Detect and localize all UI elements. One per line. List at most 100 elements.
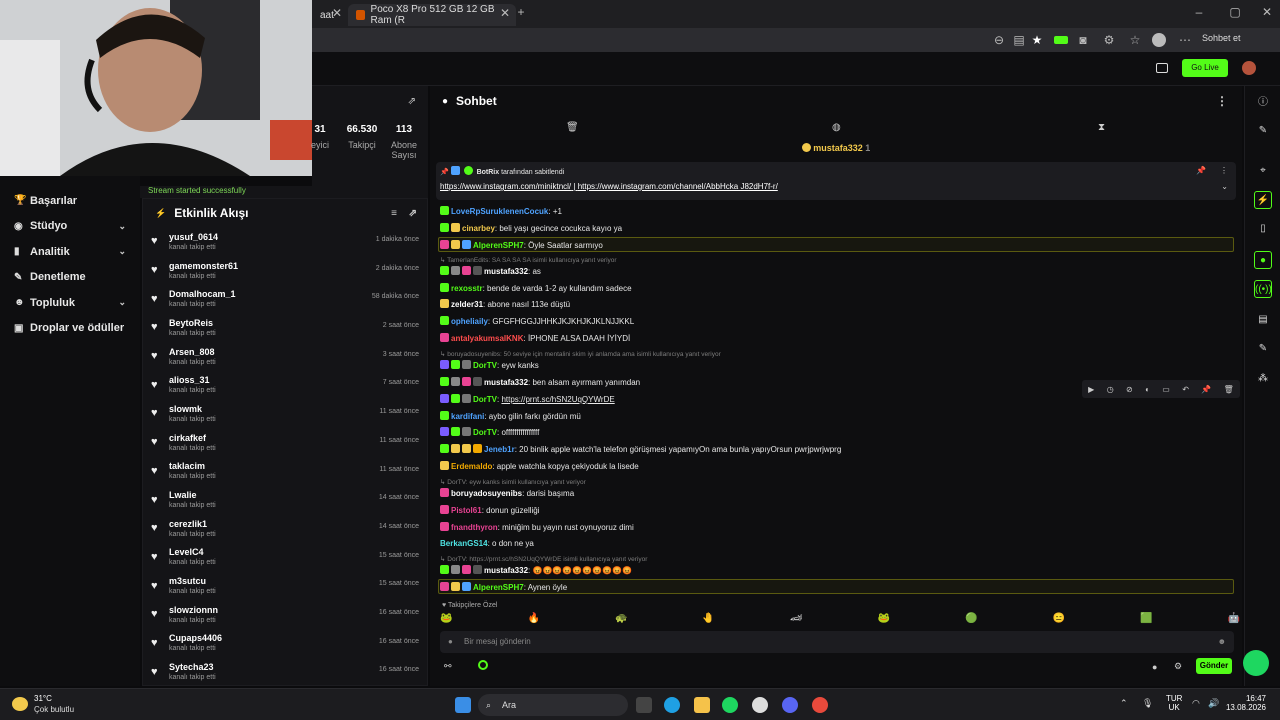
reply-icon[interactable]: ↶ <box>1182 385 1189 394</box>
edge-icon[interactable] <box>664 697 680 713</box>
chat-username[interactable]: Erdemaldo <box>451 462 492 471</box>
feed-item[interactable]: ♥ Cupaps4406 kanalı takip etti 16 saat önce <box>143 629 427 658</box>
chat-username[interactable]: fnandthyron <box>451 523 498 532</box>
emote-icon[interactable]: 🟩 <box>1140 613 1152 627</box>
pin-link[interactable]: https://www.instagram.com/miniktncl/ <box>440 182 571 191</box>
chat-message[interactable]: mustafa332: ben alsam ayırmam yanımdan <box>440 377 640 387</box>
reply-context[interactable]: ↳ DorTV: eyw kanks isimli kullanıcıya ya… <box>440 478 586 486</box>
feed-item[interactable]: ♥ cirkafkef kanalı takip etti 11 saat önce <box>143 428 427 457</box>
chat-message[interactable]: mustafa332: as <box>440 266 541 276</box>
close-tab-icon[interactable]: ✕ <box>498 6 512 20</box>
clock-icon[interactable]: ◷ <box>1107 385 1114 394</box>
chat-message[interactable]: DorTV: offffffffffffffff <box>440 427 539 437</box>
chat-username[interactable]: boruyadosuyenibs <box>451 489 522 498</box>
chat-message[interactable]: zelder31: abone nasıl 113e düştü <box>440 299 570 309</box>
feed-item[interactable]: ♥ Domalhocam_1 kanalı takip etti 58 dakika … <box>143 284 427 313</box>
maximize-icon[interactable]: ▢ <box>1228 5 1242 19</box>
chat-username[interactable]: antalyakumsalKNK <box>451 334 523 343</box>
emote-icon[interactable]: 🤚 <box>702 613 714 627</box>
reader-icon[interactable]: ▤ <box>1012 33 1026 47</box>
chat-username[interactable]: DorTV <box>473 428 497 437</box>
chat-username[interactable]: AlperenSPH7 <box>473 583 524 592</box>
obs-icon[interactable] <box>752 697 768 713</box>
bolt-icon[interactable]: ⚡ <box>1254 191 1272 209</box>
emote-icon[interactable]: 🏎 <box>790 613 803 627</box>
chat-username[interactable]: LoveRpSuruklenenCocuk <box>451 207 548 216</box>
emote-icon[interactable]: 🐢 <box>615 613 627 627</box>
favorites-icon[interactable]: ☆ <box>1128 33 1142 47</box>
play-icon[interactable]: ▶ <box>1088 385 1094 394</box>
user-icon[interactable]: ◐ <box>1145 385 1150 394</box>
fab-button[interactable] <box>1243 650 1269 676</box>
chat-message[interactable]: Erdemaldo: apple watchla kopya çekiyoduk… <box>440 461 639 471</box>
chat-message[interactable]: mustafa332: 😡😡😡😡😡😡😡😡😡😡 <box>440 565 632 575</box>
chat-message[interactable]: LoveRpSuruklenenCocuk: +1 <box>440 206 562 216</box>
chevron-down-icon[interactable]: ⌄ <box>1221 182 1228 191</box>
copy-icon[interactable]: ▭ <box>1162 385 1170 394</box>
apps-icon[interactable]: ⁂ <box>1254 370 1272 388</box>
chat-message[interactable]: BerkanGS14: o don ne ya <box>440 539 534 548</box>
chat-message[interactable]: DorTV: https://prnt.sc/hSN2UqQYWrDE <box>440 394 615 404</box>
discord-icon[interactable] <box>782 697 798 713</box>
unpin-icon[interactable]: 📌 <box>1196 166 1206 175</box>
chat-username[interactable]: AlperenSPH7 <box>473 241 524 250</box>
feed-item[interactable]: ♥ yusuf_0614 kanalı takip etti 1 dakika önc… <box>143 227 427 256</box>
chat-username[interactable]: DorTV <box>473 361 497 370</box>
pinned-user[interactable]: mustafa332 1 <box>430 143 1242 153</box>
sidebar-item-achievements[interactable]: 🏆 Başarılar <box>0 188 140 214</box>
chat-message[interactable]: rexosstr: bende de varda 1-2 ay kullandı… <box>440 283 632 293</box>
emoji-icon[interactable]: ☻ <box>1218 631 1226 653</box>
more-vertical-icon[interactable]: ⋮ <box>1220 166 1228 175</box>
more-vertical-icon[interactable]: ⋮ <box>1216 94 1228 108</box>
pin-link[interactable]: https://www.instagram.com/channel/AbbHck… <box>578 182 778 191</box>
chat-message[interactable]: DorTV: eyw kanks <box>440 360 539 370</box>
feed-item[interactable]: ♥ LevelC4 kanalı takip etti 15 saat önce <box>143 543 427 572</box>
chat-bubble-icon[interactable]: ● <box>1254 251 1272 269</box>
chat-message[interactable]: AlperenSPH7: Aynen öyle <box>440 582 567 592</box>
taskbar-search[interactable]: ⌕ Ara <box>478 694 628 716</box>
send-button[interactable]: Gönder <box>1196 658 1232 674</box>
feed-item[interactable]: ♥ taklacim kanalı takip etti 11 saat önce <box>143 457 427 486</box>
chat-message[interactable]: Jeneb1r: 20 binlik apple watch'la telefo… <box>440 444 841 454</box>
chevron-up-icon[interactable]: ⌃ <box>1120 698 1128 709</box>
chat-username[interactable]: zelder31 <box>451 300 483 309</box>
chat-message[interactable]: Pistol61: donun güzelliği <box>440 505 540 515</box>
feed-item[interactable]: ♥ BeytoReis kanalı takip etti 2 saat önce <box>143 313 427 342</box>
feed-item[interactable]: ♥ Sytecha23 kanalı takip etti 16 saat önce <box>143 657 427 686</box>
reply-context[interactable]: ↳ boruyadosuyenibs: 50 seviye için menta… <box>440 350 721 358</box>
chat-username[interactable]: opheliaily <box>451 317 488 326</box>
chat-message[interactable]: kardifani: aybo gilin farkı gördün mü <box>440 411 581 421</box>
layout-icon[interactable]: ▤ <box>1254 311 1272 329</box>
feed-item[interactable]: ♥ slowmk kanalı takip etti 11 saat önce <box>143 399 427 428</box>
sidebar-item-drops[interactable]: ▣ Droplar ve ödüller <box>0 316 140 342</box>
target-icon[interactable]: ⌖ <box>1254 162 1272 180</box>
sidebar-item-analytics[interactable]: ▮ Analitik ⌄ <box>0 239 140 265</box>
chat-username[interactable]: mustafa332 <box>484 566 528 575</box>
file-explorer-icon[interactable] <box>694 697 710 713</box>
close-window-icon[interactable]: ✕ <box>1260 5 1274 19</box>
chat-username[interactable]: mustafa332 <box>484 267 528 276</box>
wifi-icon[interactable]: ◠ <box>1192 698 1200 709</box>
extension-kick-icon[interactable] <box>1054 36 1068 44</box>
chat-username[interactable]: Pistol61 <box>451 506 482 515</box>
clock[interactable]: 16:47 13.08.2026 <box>1222 694 1266 712</box>
chat-message[interactable]: fnandthyron: miniğim bu yayın rust oynuy… <box>440 522 634 532</box>
delete-icon[interactable]: 🗑 <box>1224 385 1234 394</box>
chat-message[interactable]: antalyakumsalKNK: İPHONE ALSA DAAH İYİYD… <box>440 333 630 343</box>
feed-item[interactable]: ♥ slowzionnn kanalı takip etti 16 saat önce <box>143 600 427 629</box>
feed-item[interactable]: ♥ m3sutcu kanalı takip etti 15 saat önce <box>143 571 427 600</box>
go-live-button[interactable]: Go Live <box>1182 59 1228 77</box>
close-tab-icon[interactable]: ✕ <box>330 6 344 20</box>
copilot-button[interactable]: Sohbet et <box>1202 33 1241 43</box>
puzzle-icon[interactable]: ⚙ <box>1102 33 1116 47</box>
chat-username[interactable]: DorTV <box>473 395 497 404</box>
chat-input[interactable]: ● Bir mesaj gönderin ☻ <box>440 631 1234 653</box>
hourglass-icon[interactable]: ⧗ <box>1098 122 1105 133</box>
studio-icon[interactable] <box>1156 63 1168 73</box>
volume-icon[interactable]: 🔊 <box>1208 698 1219 709</box>
filter-icon[interactable]: ≡ <box>391 208 397 219</box>
chat-username[interactable]: mustafa332 <box>484 378 528 387</box>
chat-message[interactable]: opheliaily: GFGFHGGJJHHKJKJKHJKJKLNJJKKL <box>440 316 634 326</box>
emote-icon[interactable]: 🐸 <box>878 613 890 627</box>
feed-item[interactable]: ♥ Arsen_808 kanalı takip etti 3 saat önce <box>143 342 427 371</box>
